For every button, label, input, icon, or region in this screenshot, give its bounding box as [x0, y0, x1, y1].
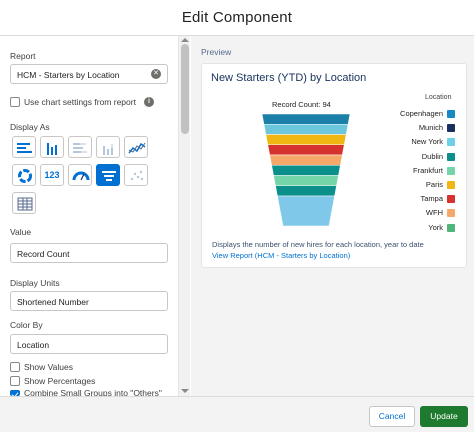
chart-description: Displays the number of new hires for eac…	[212, 240, 424, 249]
scroll-up-icon[interactable]	[181, 38, 189, 42]
legend-item-label: WFH	[425, 208, 443, 218]
donut-icon	[18, 169, 32, 183]
legend-swatch	[447, 138, 455, 147]
donut-tile[interactable]	[12, 164, 36, 186]
stacked-vertical-tile[interactable]	[96, 136, 120, 158]
stacked-vertical-icon	[103, 144, 113, 155]
show-percentages-checkbox[interactable]	[10, 376, 20, 386]
legend-item-label: New York	[411, 137, 443, 147]
record-count-label: Record Count: 94	[272, 100, 331, 109]
cancel-button[interactable]: Cancel	[369, 406, 415, 427]
update-button[interactable]: Update	[420, 406, 468, 427]
info-icon[interactable]: i	[144, 97, 154, 107]
color-by-field[interactable]: Location	[10, 334, 168, 354]
scatter-icon	[130, 170, 144, 181]
funnel-tile[interactable]	[96, 164, 120, 186]
display-as-label: Display As	[10, 122, 50, 132]
funnel-segment	[273, 175, 339, 187]
color-by-value: Location	[17, 340, 50, 350]
use-chart-settings-label: Use chart settings from report	[24, 97, 136, 107]
legend-swatch	[447, 223, 455, 232]
legend-swatch	[447, 209, 455, 218]
legend-swatch	[447, 152, 455, 161]
value-label: Value	[10, 227, 32, 237]
metric-tile-text: 123	[44, 170, 60, 180]
chart-title: New Starters (YTD) by Location	[211, 72, 367, 84]
scatter-tile[interactable]	[124, 164, 148, 186]
legend-swatch	[447, 124, 455, 133]
combine-small-groups-label: Combine Small Groups into "Others"	[24, 389, 162, 396]
legend-swatch	[447, 181, 455, 189]
display-units-field[interactable]: Shortened Number	[10, 291, 168, 311]
view-report-link[interactable]: View Report (HCM - Starters by Location)	[212, 251, 350, 260]
funnel-segment	[265, 134, 347, 146]
modal-title: Edit Component	[181, 9, 293, 26]
line-chart-icon	[128, 142, 146, 154]
funnel-segment	[261, 113, 351, 125]
legend-swatch	[447, 166, 455, 175]
funnel-segment	[271, 164, 341, 176]
legend-item-label: Tampa	[420, 194, 443, 204]
legend-item-label: Munich	[418, 123, 443, 133]
funnel-segment	[275, 185, 337, 197]
legend-item-label: Frankfurt	[412, 165, 443, 175]
report-field[interactable]: HCM - Starters by Location ✕	[10, 64, 168, 84]
show-values-label: Show Values	[24, 362, 73, 372]
vertical-bar-tile[interactable]	[40, 136, 64, 158]
line-chart-tile[interactable]	[124, 136, 148, 158]
settings-scrollbar[interactable]	[178, 36, 190, 396]
clear-icon[interactable]: ✕	[151, 69, 161, 79]
scroll-thumb[interactable]	[181, 44, 189, 134]
preview-label: Preview	[201, 47, 232, 57]
funnel-segment	[267, 144, 345, 156]
metric-tile[interactable]: 123	[40, 164, 64, 186]
legend-swatch	[447, 110, 455, 118]
funnel-segment	[269, 154, 343, 166]
report-value: HCM - Starters by Location	[17, 70, 120, 80]
stacked-horizontal-icon	[73, 143, 87, 153]
gauge-tile[interactable]	[68, 164, 92, 186]
value-field[interactable]: Record Count	[10, 243, 168, 263]
legend-item-label: York	[428, 222, 443, 232]
scroll-down-icon[interactable]	[181, 389, 189, 393]
use-chart-settings-checkbox[interactable]	[10, 97, 20, 107]
funnel-segment	[263, 123, 349, 135]
color-by-label: Color By	[10, 320, 43, 330]
legend-item-label: Copenhagen	[400, 109, 443, 118]
table-tile[interactable]	[12, 192, 36, 214]
vertical-bar-icon	[47, 143, 57, 155]
horizontal-bar-icon	[17, 143, 32, 153]
display-units-value: Shortened Number	[17, 297, 89, 307]
stacked-horizontal-tile[interactable]	[68, 136, 92, 158]
show-percentages-label: Show Percentages	[24, 376, 96, 386]
funnel-segment	[277, 195, 335, 227]
table-icon	[17, 197, 33, 211]
funnel-chart	[261, 113, 351, 227]
display-units-label: Display Units	[10, 278, 60, 288]
horizontal-bar-tile[interactable]	[12, 136, 36, 158]
legend-item-label: Dublin	[421, 151, 443, 161]
funnel-icon	[102, 171, 116, 181]
value-value: Record Count	[17, 249, 70, 259]
gauge-icon	[72, 171, 90, 181]
legend-item-label: Paris	[425, 180, 443, 189]
report-label: Report	[10, 51, 36, 61]
show-values-checkbox[interactable]	[10, 362, 20, 372]
legend-swatch	[447, 195, 455, 204]
modal-header: Edit Component	[0, 0, 474, 36]
legend-title: Location	[425, 94, 452, 101]
